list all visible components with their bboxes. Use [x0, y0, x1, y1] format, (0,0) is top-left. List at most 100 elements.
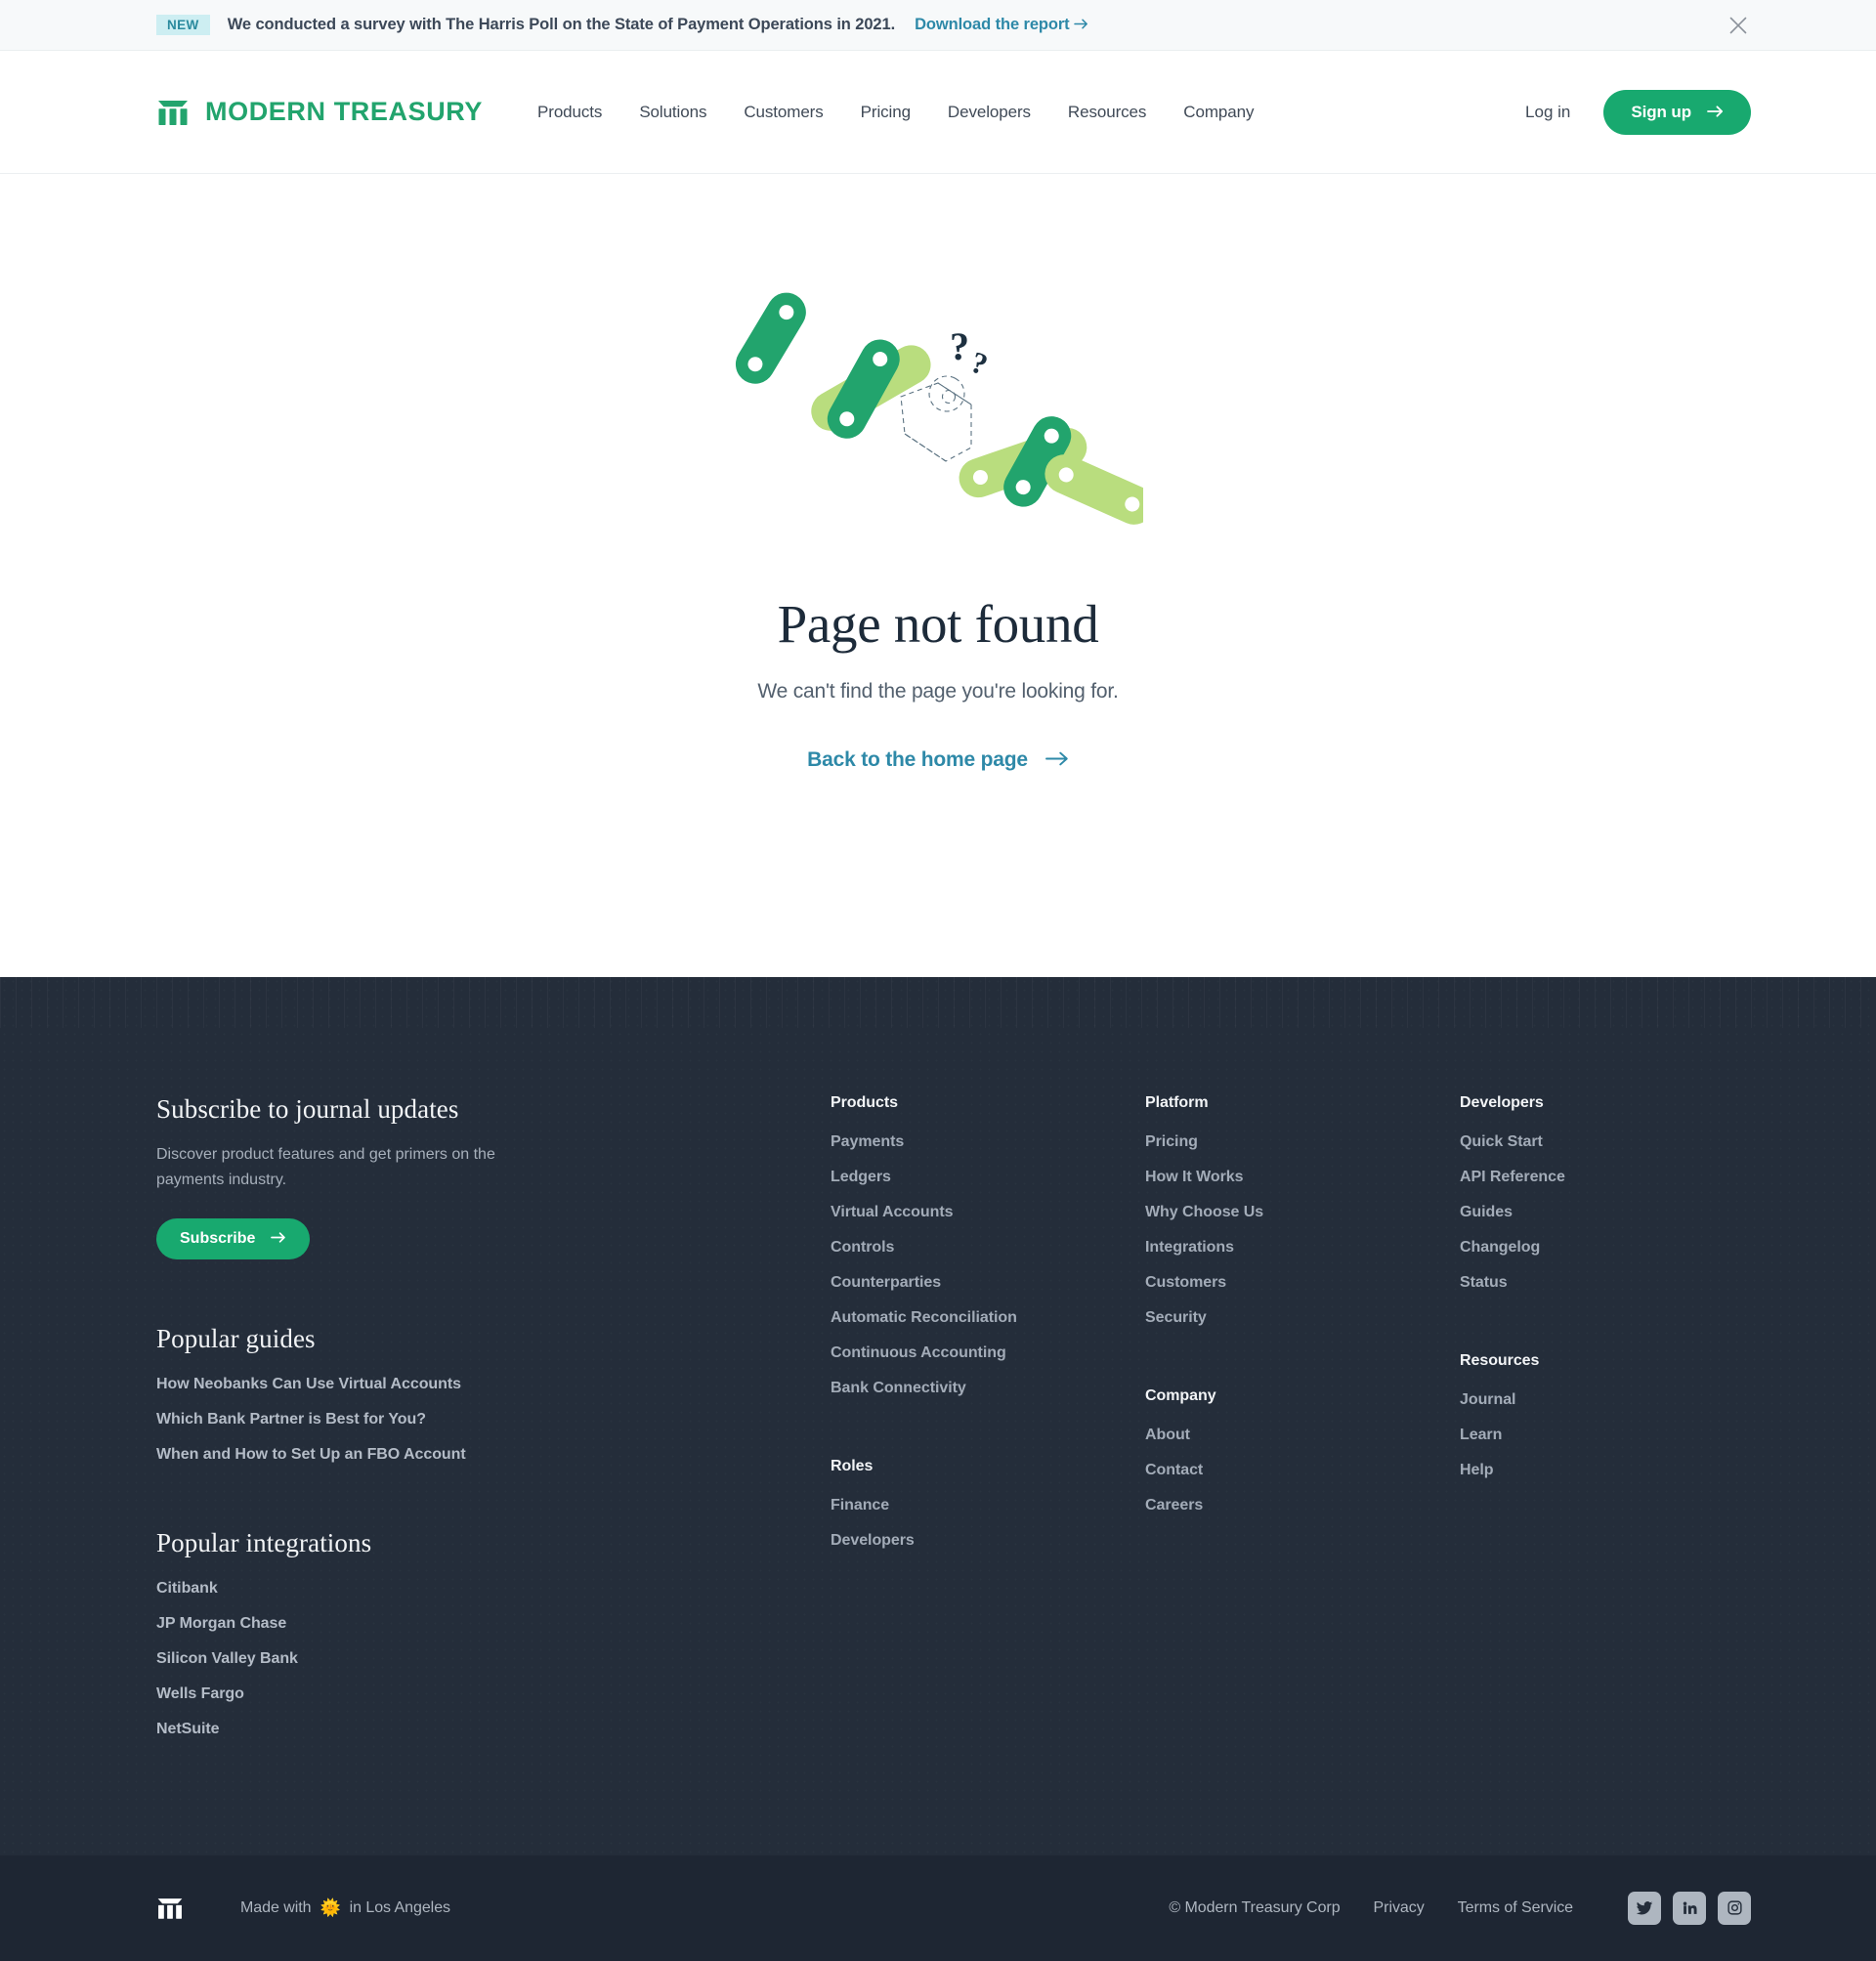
list-item: Why Choose Us: [1145, 1204, 1460, 1221]
popular-integration-link[interactable]: JP Morgan Chase: [156, 1615, 286, 1632]
linkedin-link[interactable]: [1673, 1891, 1706, 1925]
footer-heading-roles: Roles: [831, 1458, 874, 1474]
made-with-suffix: in Los Angeles: [349, 1898, 450, 1916]
footer-link-careers[interactable]: Careers: [1145, 1497, 1203, 1513]
popular-integration-link[interactable]: Citibank: [156, 1580, 218, 1597]
sun-emoji-icon: 🌞: [320, 1898, 341, 1918]
arrow-right-icon: [271, 1230, 286, 1248]
brand-logo-link[interactable]: MODERN TREASURY: [156, 96, 483, 129]
terms-of-service-link[interactable]: Terms of Service: [1458, 1899, 1573, 1917]
footer-link-counterparties[interactable]: Counterparties: [831, 1274, 941, 1291]
footer-link-help[interactable]: Help: [1460, 1462, 1494, 1478]
footer-link-how-it-works[interactable]: How It Works: [1145, 1169, 1244, 1185]
footer-content: Subscribe to journal updates Discover pr…: [156, 977, 1751, 1855]
made-with-text: Made with 🌞 in Los Angeles: [240, 1899, 450, 1917]
subscribe-button[interactable]: Subscribe: [156, 1217, 311, 1259]
list-item: Developers: [831, 1532, 1145, 1550]
popular-guides-list: How Neobanks Can Use Virtual Accounts Wh…: [156, 1376, 831, 1464]
list-item: Status: [1460, 1274, 1565, 1292]
footer-list-roles: Finance Developers: [831, 1497, 1145, 1550]
footer-link-controls[interactable]: Controls: [831, 1239, 894, 1256]
footer-link-payments[interactable]: Payments: [831, 1133, 904, 1150]
login-link[interactable]: Log in: [1525, 103, 1570, 122]
list-item: Guides: [1460, 1204, 1565, 1221]
footer-link-automatic-reconciliation[interactable]: Automatic Reconciliation: [831, 1309, 1017, 1326]
header-actions: Log in Sign up: [1525, 89, 1751, 135]
back-to-home-link[interactable]: Back to the home page: [807, 748, 1069, 772]
popular-guide-link[interactable]: When and How to Set Up an FBO Account: [156, 1446, 466, 1463]
list-item: Ledgers: [831, 1169, 1145, 1186]
popular-guide-link[interactable]: Which Bank Partner is Best for You?: [156, 1411, 426, 1428]
download-report-link[interactable]: Download the report: [915, 16, 1088, 34]
list-item: Silicon Valley Bank: [156, 1650, 831, 1668]
footer-link-guides[interactable]: Guides: [1460, 1204, 1513, 1220]
footer-link-quick-start[interactable]: Quick Start: [1460, 1133, 1543, 1150]
announcement-banner-content: NEW We conducted a survey with The Harri…: [0, 15, 1088, 35]
popular-integrations-list: Citibank JP Morgan Chase Silicon Valley …: [156, 1580, 831, 1738]
popular-guide-link[interactable]: How Neobanks Can Use Virtual Accounts: [156, 1376, 461, 1392]
broken-chain-links-illustration: ? ?: [0, 289, 1876, 538]
nav-item-solutions[interactable]: Solutions: [639, 103, 706, 122]
footer-link-finance[interactable]: Finance: [831, 1497, 889, 1513]
footer-heading-products: Products: [831, 1094, 898, 1111]
footer-link-learn[interactable]: Learn: [1460, 1427, 1502, 1443]
subscribe-button-label: Subscribe: [180, 1229, 256, 1247]
page-subtitle: We can't find the page you're looking fo…: [757, 680, 1119, 703]
footer-link-ledgers[interactable]: Ledgers: [831, 1169, 891, 1185]
list-item: Pricing: [1145, 1133, 1460, 1151]
close-banner-button[interactable]: [1726, 13, 1751, 38]
nav-item-products[interactable]: Products: [537, 103, 602, 122]
not-found-main: ? ? Page not found We can't find the pag…: [0, 174, 1876, 977]
footer-column-developers: Developers Quick Start API Reference Gui…: [1460, 1094, 1565, 1738]
popular-integration-link[interactable]: NetSuite: [156, 1721, 220, 1737]
footer-list-company: About Contact Careers: [1145, 1427, 1460, 1514]
footer-list-resources: Journal Learn Help: [1460, 1391, 1565, 1479]
list-item: How It Works: [1145, 1169, 1460, 1186]
nav-item-company[interactable]: Company: [1183, 103, 1254, 122]
list-item: Bank Connectivity: [831, 1380, 1145, 1397]
list-item: Counterparties: [831, 1274, 1145, 1292]
popular-integration-link[interactable]: Wells Fargo: [156, 1685, 244, 1702]
instagram-link[interactable]: [1718, 1891, 1751, 1925]
list-item: Which Bank Partner is Best for You?: [156, 1411, 831, 1428]
social-links: [1628, 1891, 1751, 1925]
footer-link-about[interactable]: About: [1145, 1427, 1190, 1443]
footer-link-status[interactable]: Status: [1460, 1274, 1508, 1291]
footer-link-developers-role[interactable]: Developers: [831, 1532, 915, 1549]
footer-link-columns: Products Payments Ledgers Virtual Accoun…: [831, 1094, 1751, 1738]
footer-link-pricing[interactable]: Pricing: [1145, 1133, 1198, 1150]
list-item: Automatic Reconciliation: [831, 1309, 1145, 1327]
footer-link-contact[interactable]: Contact: [1145, 1462, 1203, 1478]
footer-link-virtual-accounts[interactable]: Virtual Accounts: [831, 1204, 954, 1220]
privacy-link[interactable]: Privacy: [1374, 1899, 1425, 1917]
svg-text:?: ?: [967, 345, 993, 382]
footer-link-bank-connectivity[interactable]: Bank Connectivity: [831, 1380, 966, 1396]
instagram-icon: [1727, 1899, 1743, 1916]
signup-button[interactable]: Sign up: [1603, 89, 1751, 135]
list-item: Help: [1460, 1462, 1565, 1479]
footer-link-changelog[interactable]: Changelog: [1460, 1239, 1540, 1256]
footer-column-products: Products Payments Ledgers Virtual Accoun…: [831, 1094, 1145, 1738]
nav-item-pricing[interactable]: Pricing: [861, 103, 911, 122]
list-item: Careers: [1145, 1497, 1460, 1514]
footer-link-continuous-accounting[interactable]: Continuous Accounting: [831, 1344, 1006, 1361]
announcement-banner: NEW We conducted a survey with The Harri…: [0, 0, 1876, 51]
list-item: Virtual Accounts: [831, 1204, 1145, 1221]
footer-link-api-reference[interactable]: API Reference: [1460, 1169, 1565, 1185]
footer-link-why-choose-us[interactable]: Why Choose Us: [1145, 1204, 1263, 1220]
list-item: Changelog: [1460, 1239, 1565, 1257]
list-item: Integrations: [1145, 1239, 1460, 1257]
footer-link-customers[interactable]: Customers: [1145, 1274, 1226, 1291]
footer-link-integrations[interactable]: Integrations: [1145, 1239, 1234, 1256]
list-item: Finance: [831, 1497, 1145, 1514]
nav-item-resources[interactable]: Resources: [1068, 103, 1146, 122]
footer-link-journal[interactable]: Journal: [1460, 1391, 1516, 1408]
footer-group-roles: Roles Finance Developers: [831, 1458, 1145, 1550]
footer-link-security[interactable]: Security: [1145, 1309, 1207, 1326]
arrow-right-icon: [1707, 103, 1724, 122]
nav-item-developers[interactable]: Developers: [948, 103, 1031, 122]
popular-integration-link[interactable]: Silicon Valley Bank: [156, 1650, 298, 1667]
twitter-link[interactable]: [1628, 1891, 1661, 1925]
list-item: Journal: [1460, 1391, 1565, 1409]
nav-item-customers[interactable]: Customers: [744, 103, 823, 122]
